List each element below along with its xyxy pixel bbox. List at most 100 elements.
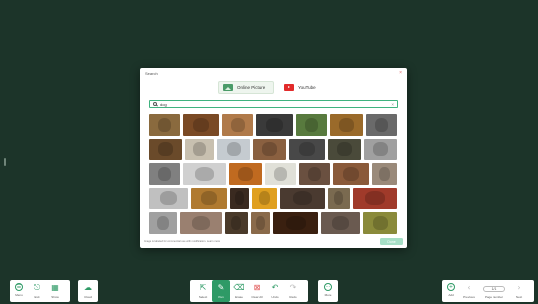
redo-icon: ↷ (289, 283, 297, 292)
dog-image-thumbnail[interactable] (222, 114, 254, 136)
dialog-title: Search (145, 71, 158, 76)
clear-search-icon[interactable]: × (391, 102, 394, 107)
tool-label: More (324, 293, 332, 297)
eraser-icon: ⌫ (233, 283, 245, 292)
picture-icon (223, 84, 233, 91)
tool-label: Select (198, 295, 208, 299)
dog-image-thumbnail[interactable] (256, 114, 293, 136)
toolbar-center: ⇱ Select ✎ Pen ⌫ Erase ⊠ Clear All ↶ Und… (190, 280, 308, 302)
license-note: Image is labeled for commercial use with… (144, 240, 221, 243)
search-dialog: Search × Online Picture YouTube × Image … (140, 68, 407, 248)
clear-all-button[interactable]: ⊠ Clear All (248, 280, 266, 302)
tool-label: Pen (218, 295, 224, 299)
undo-icon: ↶ (271, 283, 279, 292)
add-page-button[interactable]: + Add (442, 280, 460, 302)
tool-label: Show (51, 295, 59, 299)
dog-image-thumbnail[interactable] (265, 163, 297, 185)
tool-label: Erase (235, 295, 243, 299)
tool-label: Clear All (251, 295, 263, 299)
dog-image-thumbnail[interactable] (149, 163, 180, 185)
toolbar-left: ☰ Menu ⎋ Exit ▦ Show (10, 280, 70, 302)
undo-button[interactable]: ↶ Undo (266, 280, 284, 302)
toolbar-cloud: ☁ Cloud (78, 280, 98, 302)
redo-button[interactable]: ↷ Redo (284, 280, 302, 302)
image-row (149, 114, 398, 136)
next-page-button[interactable]: › Next (510, 280, 528, 302)
cloud-icon: ☁ (84, 283, 92, 292)
search-input[interactable] (160, 101, 392, 107)
source-tabs: Online Picture YouTube (140, 81, 407, 95)
menu-icon: ☰ (15, 283, 23, 291)
done-button[interactable]: Done (380, 238, 403, 245)
dog-image-thumbnail[interactable] (149, 212, 178, 234)
dog-image-thumbnail[interactable] (149, 187, 188, 209)
image-row (149, 212, 397, 234)
dog-image-thumbnail[interactable] (225, 212, 248, 234)
dog-image-thumbnail[interactable] (289, 138, 326, 160)
tab-youtube[interactable]: YouTube (280, 81, 328, 94)
tab-label: YouTube (298, 85, 316, 90)
dog-image-thumbnail[interactable] (366, 114, 398, 136)
exit-icon: ⎋ (33, 283, 41, 292)
tool-label: Exit (34, 295, 40, 299)
dog-image-thumbnail[interactable] (295, 114, 327, 136)
show-button[interactable]: ▦ Show (46, 280, 64, 302)
erase-button[interactable]: ⌫ Erase (230, 280, 248, 302)
close-icon[interactable]: × (399, 70, 402, 76)
chevron-right-icon: › (517, 283, 521, 292)
dog-image-thumbnail[interactable] (180, 212, 223, 234)
dog-image-thumbnail[interactable] (299, 163, 330, 185)
pen-button[interactable]: ✎ Pen (212, 280, 230, 302)
tool-label: Cloud (84, 295, 92, 299)
dog-image-thumbnail[interactable] (328, 138, 362, 160)
chevron-left-icon: ‹ (467, 283, 471, 292)
dog-image-thumbnail[interactable] (364, 138, 398, 160)
dog-image-thumbnail[interactable] (252, 187, 278, 209)
dog-image-thumbnail[interactable] (363, 212, 397, 234)
image-row (149, 187, 398, 209)
select-button[interactable]: ⇱ Select (194, 280, 212, 302)
tool-label: Redo (289, 295, 297, 299)
toolbar-more: ⋯ More (318, 280, 338, 302)
dog-image-thumbnail[interactable] (149, 114, 180, 136)
tool-label: Next (515, 295, 523, 299)
more-button[interactable]: ⋯ More (318, 280, 338, 302)
dog-image-thumbnail[interactable] (182, 163, 226, 185)
select-cursor-icon: ⇱ (199, 283, 207, 292)
show-grid-icon: ▦ (51, 283, 59, 292)
exit-button[interactable]: ⎋ Exit (28, 280, 46, 302)
dog-image-thumbnail[interactable] (229, 187, 250, 209)
search-bar: × (149, 100, 398, 108)
edge-drawer-handle[interactable] (4, 158, 6, 166)
page-counter: 1/1 (483, 286, 505, 292)
dog-image-thumbnail[interactable] (217, 138, 251, 160)
previous-page-button[interactable]: ‹ Previous (460, 280, 478, 302)
dog-image-thumbnail[interactable] (253, 138, 287, 160)
dog-image-thumbnail[interactable] (321, 212, 361, 234)
tab-online-picture[interactable]: Online Picture (218, 81, 274, 94)
cloud-button[interactable]: ☁ Cloud (78, 280, 98, 302)
dog-image-thumbnail[interactable] (184, 138, 215, 160)
dog-image-thumbnail[interactable] (250, 212, 271, 234)
dog-image-thumbnail[interactable] (228, 163, 263, 185)
dog-image-thumbnail[interactable] (329, 114, 364, 136)
pen-icon: ✎ (217, 283, 225, 292)
dog-image-thumbnail[interactable] (190, 187, 227, 209)
search-icon (153, 102, 157, 106)
dog-image-thumbnail[interactable] (280, 187, 325, 209)
dog-image-thumbnail[interactable] (352, 187, 398, 209)
tool-label: Menu (15, 293, 23, 297)
youtube-icon (284, 84, 294, 91)
dog-image-thumbnail[interactable] (273, 212, 319, 234)
dog-image-thumbnail[interactable] (327, 187, 350, 209)
dog-image-thumbnail[interactable] (372, 163, 398, 185)
more-icon: ⋯ (324, 283, 332, 291)
image-results-grid (149, 114, 398, 237)
menu-button[interactable]: ☰ Menu (10, 280, 28, 302)
page-number-control[interactable]: 1/1 Page number (478, 280, 510, 299)
dog-image-thumbnail[interactable] (149, 138, 182, 160)
clear-all-icon: ⊠ (253, 283, 261, 292)
dog-image-thumbnail[interactable] (332, 163, 370, 185)
tool-label: Undo (271, 295, 279, 299)
dog-image-thumbnail[interactable] (182, 114, 220, 136)
